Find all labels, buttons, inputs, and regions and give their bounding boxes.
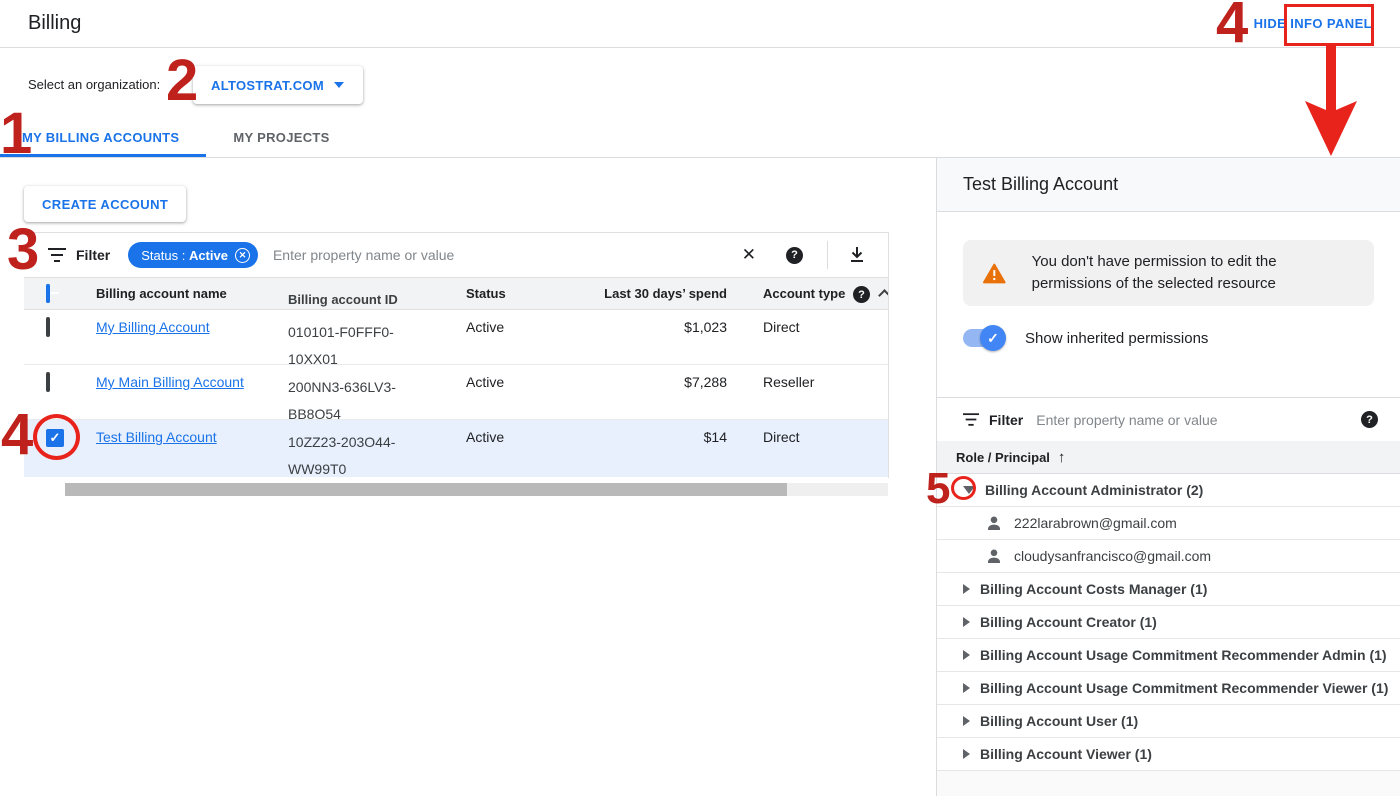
panel-filter-input[interactable] [1036,412,1361,428]
col-account-type[interactable]: Account type [763,286,845,301]
sort-ascending-icon[interactable]: ↑ [1058,449,1066,466]
expand-icon[interactable] [963,683,970,693]
status-value: Active [466,319,504,335]
principal-row[interactable]: 222larabrown@gmail.com [937,507,1400,540]
billing-accounts-main: CREATE ACCOUNT Filter Status : Active ✕ … [0,158,936,796]
hide-info-panel-link[interactable]: HIDE INFO PANEL [1254,16,1372,31]
col-billing-account-name[interactable]: Billing account name [96,286,227,301]
filter-chip-status-active[interactable]: Status : Active ✕ [128,242,258,268]
chip-value: Active [189,248,228,263]
create-account-button[interactable]: CREATE ACCOUNT [24,186,186,222]
table-right-edge [888,232,889,478]
panel-filter-bar: Filter ? [937,397,1400,441]
col-billing-account-id[interactable]: Billing account ID [288,286,468,310]
spend-value: $14 [504,429,727,445]
expand-icon[interactable] [963,650,970,660]
expand-icon[interactable] [963,716,970,726]
spend-value: $7,288 [504,374,727,390]
toggle-label: Show inherited permissions [1025,330,1208,347]
toggle-check-icon: ✓ [980,325,1006,351]
billing-account-link[interactable]: My Billing Account [96,319,210,335]
chip-remove-icon[interactable]: ✕ [235,248,250,263]
chevron-down-icon [334,82,344,88]
expand-icon[interactable] [963,584,970,594]
panel-filter-help-icon[interactable]: ? [1361,411,1378,428]
inherited-permissions-row: ✓ Show inherited permissions [963,323,1374,353]
table-filter-bar: Filter Status : Active ✕ ✕ ? [24,232,888,278]
account-type-help-icon[interactable]: ? [853,286,870,303]
select-all-checkbox[interactable] [46,284,50,303]
download-icon[interactable] [848,246,866,264]
role-row-viewer[interactable]: Billing Account Viewer (1) [937,738,1400,771]
role-row-user[interactable]: Billing Account User (1) [937,705,1400,738]
page-title: Billing [28,12,81,35]
top-bar: Billing HIDE INFO PANEL [0,0,1400,48]
account-type-value: Direct [763,429,800,445]
row-checkbox[interactable] [46,372,50,392]
spend-value: $1,023 [504,319,727,335]
filter-label: Filter [76,247,110,263]
role-row-costs-manager[interactable]: Billing Account Costs Manager (1) [937,573,1400,606]
billing-accounts-table: Billing account name Billing account ID … [24,278,888,477]
expand-icon[interactable] [963,749,970,759]
collapse-icon[interactable] [963,486,975,494]
role-list: Billing Account Administrator (2) 222lar… [937,474,1400,771]
horizontal-scrollbar-thumb[interactable] [65,483,787,496]
chip-prefix: Status : [141,248,189,263]
row-checkbox[interactable] [46,317,50,337]
row-checkbox-checked[interactable]: ✓ [46,429,64,447]
clear-filter-icon[interactable]: ✕ [742,245,756,265]
annotation-arrow-icon [1305,45,1357,157]
tab-my-billing-accounts[interactable]: MY BILLING ACCOUNTS [0,120,206,157]
filter-input[interactable] [273,247,742,263]
expand-icon[interactable] [963,617,970,627]
show-inherited-toggle[interactable]: ✓ [963,329,1003,347]
role-row-creator[interactable]: Billing Account Creator (1) [937,606,1400,639]
warning-icon [983,263,1006,284]
billing-account-link[interactable]: Test Billing Account [96,429,217,445]
filter-icon [963,413,979,426]
org-selector-label: Select an organization: [28,77,160,92]
tab-my-projects[interactable]: MY PROJECTS [206,120,356,157]
status-value: Active [466,429,504,445]
permission-warning: You don't have permission to edit the pe… [963,240,1374,306]
table-header-row: Billing account name Billing account ID … [24,278,888,310]
info-panel-header: Test Billing Account [937,158,1400,212]
table-row-selected[interactable]: ✓ Test Billing Account 10ZZ23-203O44-WW9… [24,420,888,477]
person-icon [986,548,1002,564]
filter-label: Filter [989,412,1023,428]
filter-icon [48,248,66,262]
filter-help-icon[interactable]: ? [786,247,803,264]
account-type-value: Direct [763,319,800,335]
billing-account-link[interactable]: My Main Billing Account [96,374,244,390]
panel-footer [937,771,1400,796]
sort-caret-icon[interactable] [878,289,888,302]
table-row[interactable]: My Main Billing Account 200NN3-636LV3-BB… [24,365,888,420]
account-type-value: Reseller [763,374,814,390]
role-principal-header[interactable]: Role / Principal ↑ [937,441,1400,474]
col-last-30-days-spend[interactable]: Last 30 days’ spend [504,286,727,301]
person-icon [986,515,1002,531]
role-row-recommender-admin[interactable]: Billing Account Usage Commitment Recomme… [937,639,1400,672]
toolbar-divider [827,241,828,269]
info-panel: Test Billing Account You don't have perm… [936,158,1400,796]
role-row-recommender-viewer[interactable]: Billing Account Usage Commitment Recomme… [937,672,1400,705]
table-row[interactable]: My Billing Account 010101-F0FFF0-10XX01 … [24,310,888,365]
warning-text: You don't have permission to edit the pe… [1032,251,1356,295]
organization-value: ALTOSTRAT.COM [211,78,324,93]
info-panel-title: Test Billing Account [963,174,1118,195]
principal-row[interactable]: cloudysanfrancisco@gmail.com [937,540,1400,573]
tab-bar: MY BILLING ACCOUNTS MY PROJECTS [0,120,357,157]
col-status[interactable]: Status [466,286,506,301]
status-value: Active [466,374,504,390]
organization-dropdown[interactable]: ALTOSTRAT.COM [193,66,363,104]
role-row-administrator[interactable]: Billing Account Administrator (2) [937,474,1400,507]
